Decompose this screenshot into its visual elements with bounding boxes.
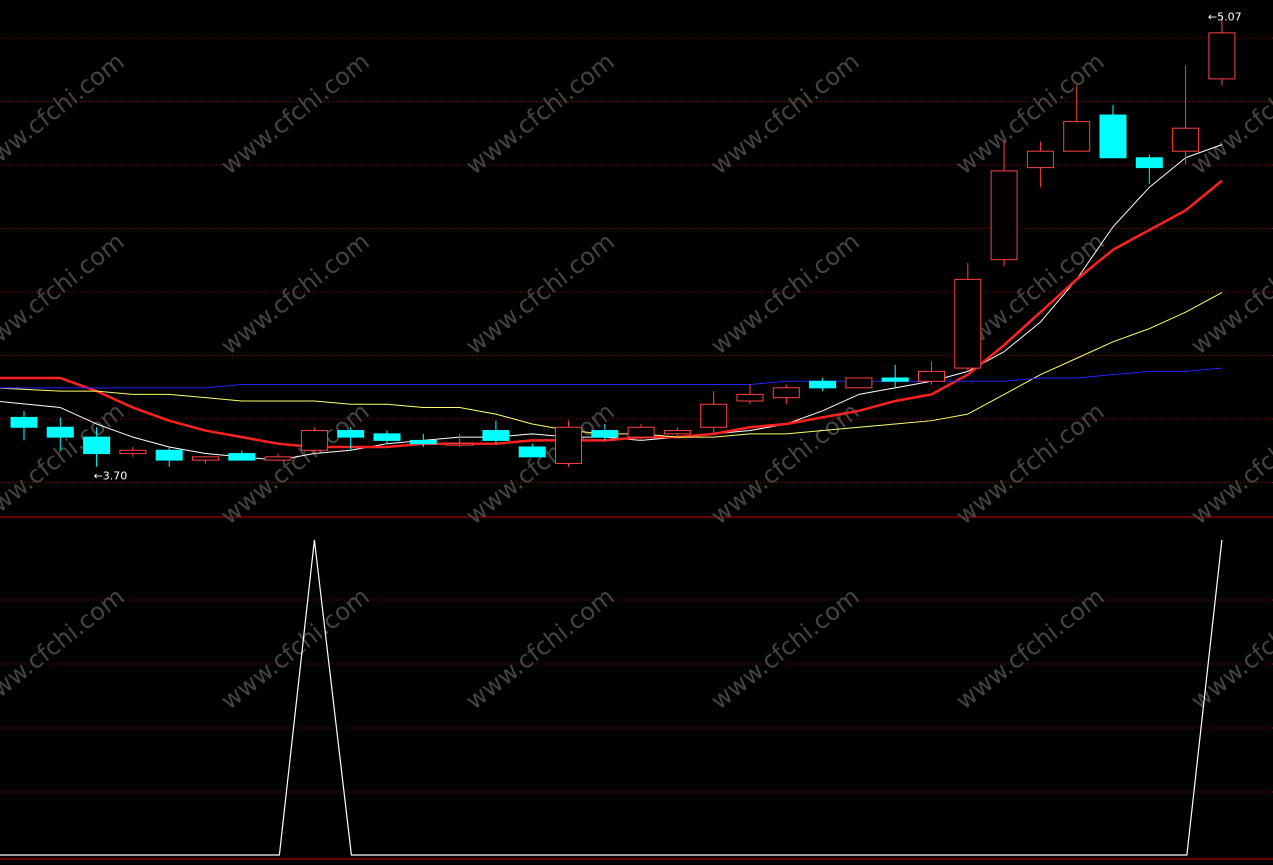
candle <box>373 430 401 444</box>
candle-body <box>155 449 183 461</box>
watermark-text: www.cfchi.com <box>461 397 620 530</box>
candle-body <box>809 380 837 389</box>
candle-body <box>990 170 1018 261</box>
watermark-text: www.cfchi.com <box>706 47 865 180</box>
high-price-label: ←5.07 <box>1208 10 1242 23</box>
candle-body <box>627 426 655 438</box>
watermark-text: www.cfchi.com <box>216 47 375 180</box>
candle-body <box>10 416 38 428</box>
candle-body <box>954 278 982 369</box>
candle-body <box>482 430 510 441</box>
candle <box>809 377 837 392</box>
candle-body <box>1099 114 1127 159</box>
candle-body <box>881 377 909 382</box>
candle-body <box>1172 127 1200 152</box>
candle <box>482 420 510 444</box>
candle-body <box>518 446 546 458</box>
watermark-text: www.cfchi.com <box>461 47 620 180</box>
candle <box>736 384 764 405</box>
watermark-text: www.cfchi.com <box>706 227 865 360</box>
watermark-text: www.cfchi.com <box>0 582 130 715</box>
candle <box>918 361 945 385</box>
indicator-panel <box>0 539 1223 856</box>
candle-body <box>736 393 764 402</box>
candle-body <box>119 449 147 455</box>
candle <box>700 391 728 434</box>
watermark-text: www.cfchi.com <box>461 227 620 360</box>
candle-body <box>918 370 945 382</box>
candle-body <box>228 453 256 461</box>
candle <box>300 427 328 454</box>
candle <box>1208 16 1236 86</box>
candle <box>990 141 1018 267</box>
candle-body <box>1208 32 1236 80</box>
candle-body <box>264 456 292 461</box>
watermark-text: www.cfchi.com <box>1186 582 1273 715</box>
candle-body <box>83 436 111 455</box>
ma-line-2 <box>0 179 1223 449</box>
grid-lines <box>0 37 1273 860</box>
candle-body <box>300 430 328 451</box>
watermark-text: www.cfchi.com <box>706 582 865 715</box>
watermark-text: www.cfchi.com <box>216 397 375 530</box>
watermark-text: www.cfchi.com <box>216 582 375 715</box>
low-price-label: ←3.70 <box>94 470 128 483</box>
candle <box>954 262 982 372</box>
watermark-text: www.cfchi.com <box>951 582 1110 715</box>
candle <box>881 364 909 388</box>
candle-body <box>772 387 800 399</box>
candle-body <box>409 439 437 445</box>
candle <box>446 433 474 447</box>
watermark-text: www.cfchi.com <box>1186 227 1273 360</box>
candle-body <box>845 377 873 389</box>
candle-body <box>700 403 728 428</box>
candle <box>1099 105 1127 159</box>
watermark-text: www.cfchi.com <box>216 227 375 360</box>
candle <box>772 384 800 405</box>
ma-line-4 <box>0 367 1222 389</box>
candle <box>555 420 582 467</box>
candle-body <box>446 443 474 446</box>
candle-body <box>555 426 582 464</box>
candle-body <box>192 456 219 461</box>
candle <box>119 446 147 457</box>
candle-body <box>591 430 619 438</box>
watermark-text: www.cfchi.com <box>0 227 130 360</box>
watermark-text: www.cfchi.com <box>1186 397 1273 530</box>
watermark-text: www.cfchi.com <box>951 397 1110 530</box>
candle-body <box>1026 150 1054 169</box>
indicator-line <box>0 539 1223 856</box>
candle-body <box>337 430 365 438</box>
watermark-text: www.cfchi.com <box>0 47 130 180</box>
candle-body <box>663 430 691 435</box>
stock-chart: www.cfchi.com www.cfchi.com www.cfchi.com w… <box>0 10 1273 860</box>
candle <box>10 410 38 441</box>
candle <box>192 456 219 464</box>
watermark-text: www.cfchi.com <box>706 397 865 530</box>
watermark-text: www.cfchi.com <box>461 582 620 715</box>
candle <box>155 446 183 467</box>
candle-body <box>1063 121 1091 152</box>
candle <box>1026 141 1054 188</box>
candle <box>228 450 256 461</box>
candle <box>1172 65 1200 165</box>
candle-body <box>1135 157 1163 169</box>
candle-body <box>373 433 401 441</box>
candle <box>845 377 873 389</box>
candle-body <box>46 426 74 438</box>
